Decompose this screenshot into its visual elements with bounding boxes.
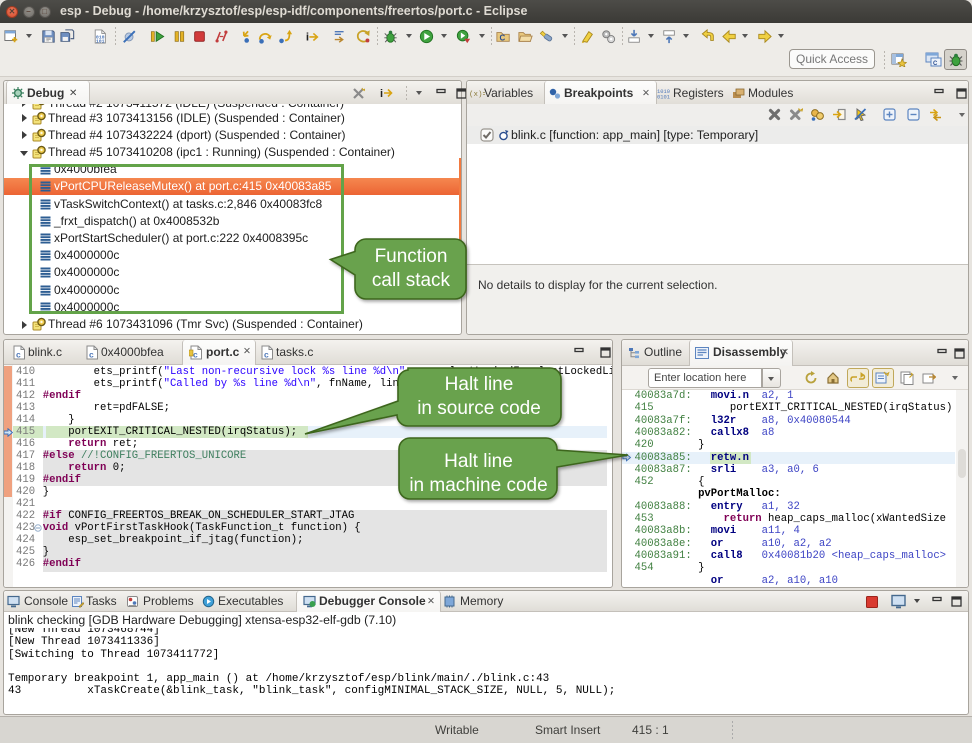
svg-text:i: i xyxy=(380,88,383,100)
svg-text:C: C xyxy=(500,33,506,42)
svg-text:i: i xyxy=(306,31,309,43)
svg-text:0101: 0101 xyxy=(657,94,670,99)
svg-text:C: C xyxy=(933,61,938,67)
svg-text:(x)=: (x)= xyxy=(469,91,485,99)
svg-text:101: 101 xyxy=(96,38,105,44)
